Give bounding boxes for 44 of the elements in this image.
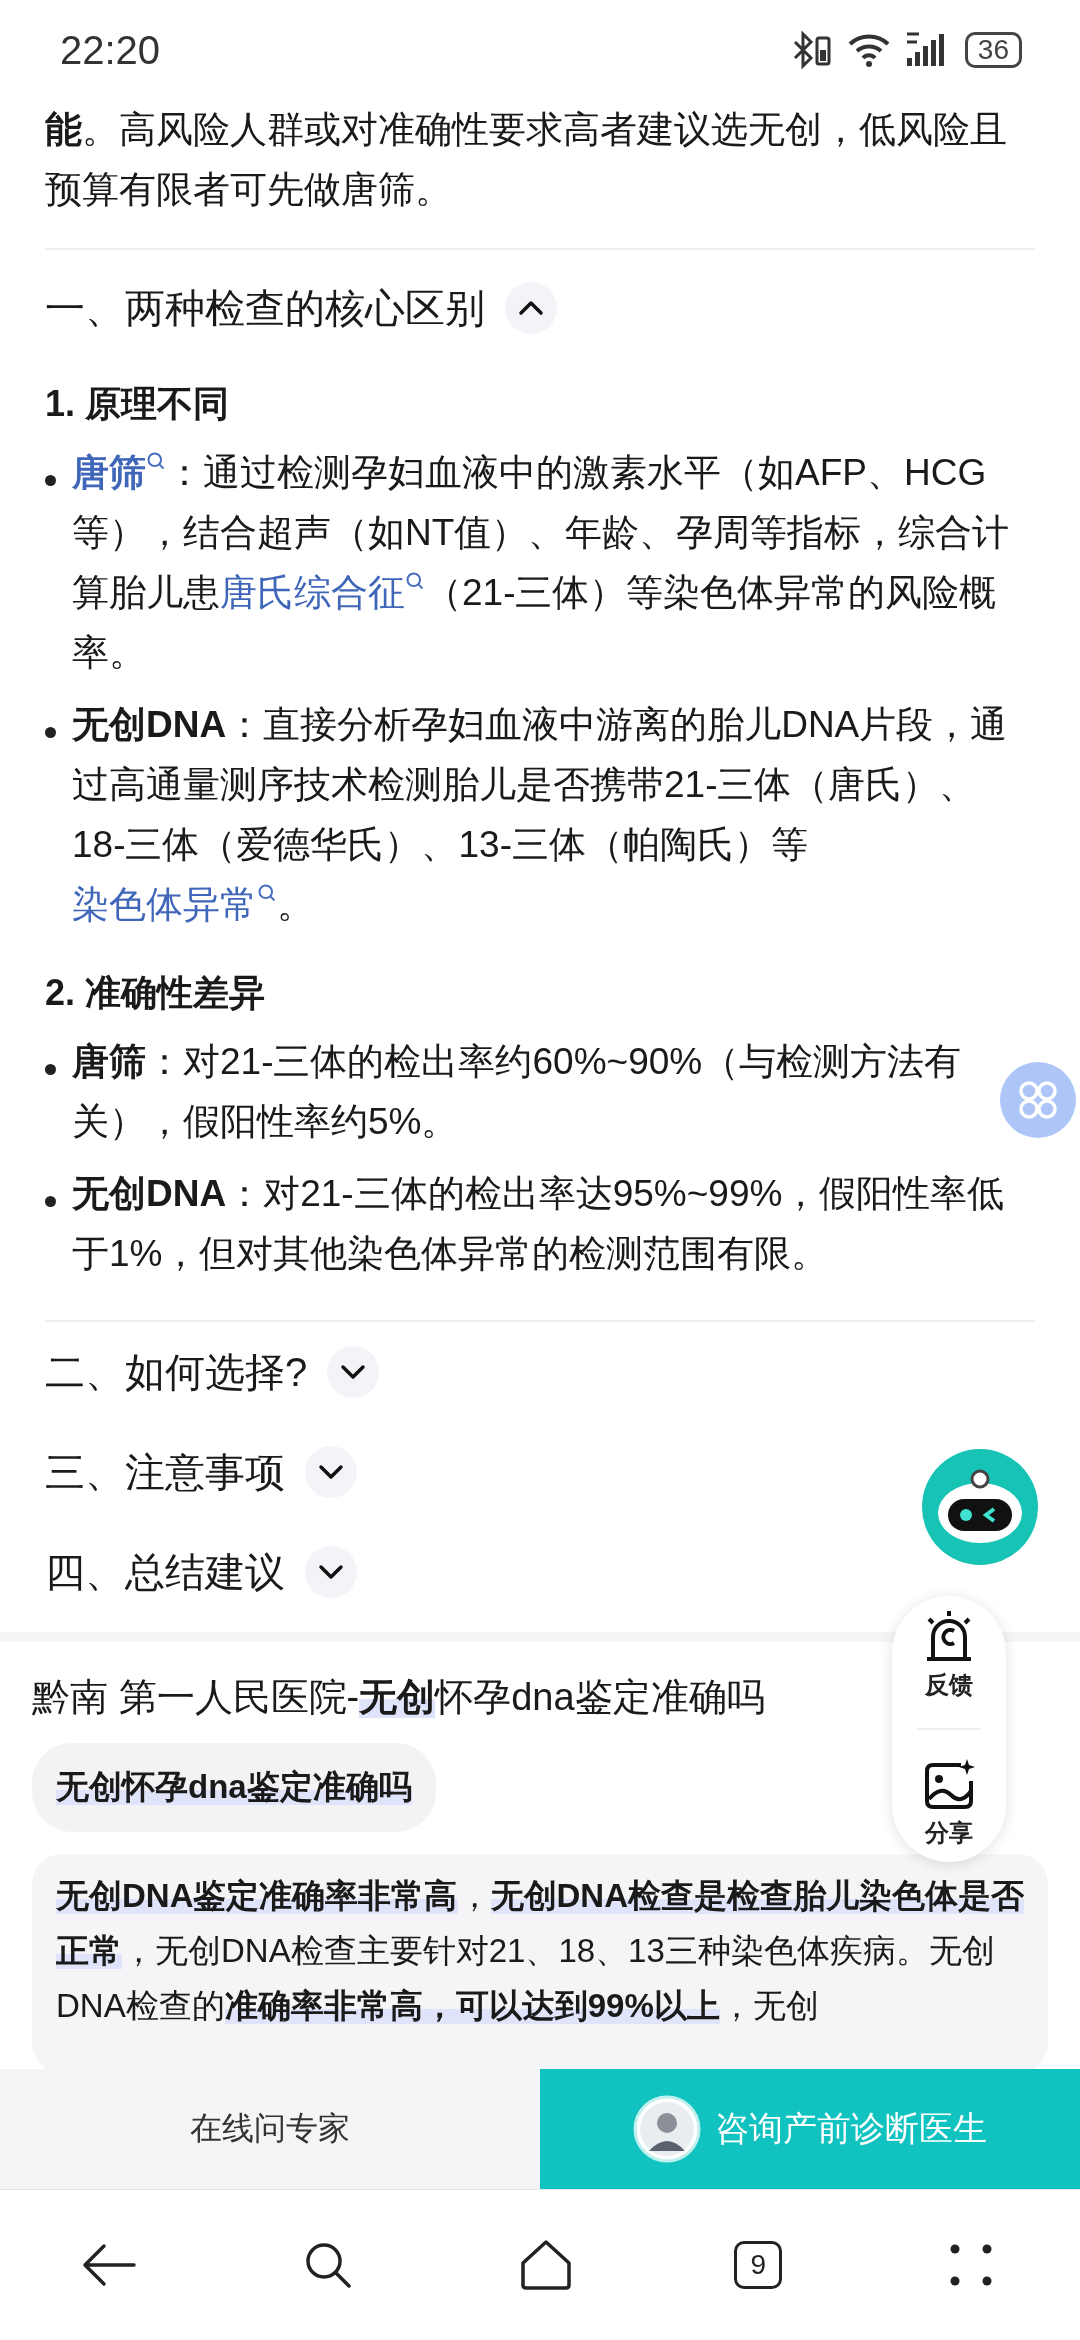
chevron-up-icon (518, 300, 544, 316)
section-heading: 二、如何选择? (45, 1348, 308, 1396)
bullet-text: 唐筛 ：通过检测孕妇血液中的激素水平（如AFP、HCG等），结合超声（如NT值）、年龄、孕周等指标，综合计算胎儿患唐氏综合征 （21-三体）等染色体异常的风险概率。 (72, 450, 1011, 675)
section-heading: 三、注意事项 (45, 1448, 285, 1496)
battery-level: 36 (964, 32, 1022, 68)
expand-toggle[interactable] (305, 1446, 357, 1498)
answer-text: 无创DNA鉴定准确率非常高，无创DNA检查是检查胎儿染色体是否正常，无创DNA检查主要针对21、18、13三种染色体疾病。无创DNA检查的准确率非常高，可以达到99%以上，无创 (56, 1876, 1024, 2026)
paragraph: 能。高风险人群或对准确性要求高者建议选无创，低风险且预算有限者可先做唐筛。 (45, 108, 1008, 212)
question-chip[interactable]: 无创怀孕dna鉴定准确吗 (32, 1743, 436, 1832)
feedback-button[interactable]: 反馈 (921, 1609, 977, 1702)
grid-icon (1016, 1078, 1060, 1122)
chevron-down-icon (318, 1564, 344, 1580)
bullet-text: 唐筛：对21-三体的检出率约60%~90%（与检测方法有关），假阳性率约5%。 (72, 1040, 963, 1144)
chevron-down-icon (318, 1464, 344, 1480)
search-icon (146, 451, 166, 471)
term-link[interactable]: 唐筛 (72, 452, 166, 493)
bullet-text: 无创DNA：直接分析孕妇血液中游离的胎儿DNA片段，通过高通量测序技术检测胎儿是否携带21-三体（唐氏）、18-三体（爱德华氏）、13-三体（帕陶氏）等 染色体异常 。 (72, 703, 1009, 927)
term-link[interactable]: 染色体异常 (72, 884, 277, 925)
clock: 22:20 (60, 27, 161, 73)
bullet-dot (45, 1196, 56, 1207)
bullet-dot (45, 1064, 56, 1075)
avatar-icon (633, 2095, 701, 2163)
expand-toggle[interactable] (505, 282, 557, 334)
search-icon (303, 2241, 352, 2289)
section-heading: 四、总结建议 (45, 1548, 285, 1596)
menu-icon (948, 2243, 993, 2287)
bullet-dot (45, 475, 56, 486)
bullet-text: 无创DNA：对21-三体的检出率达95%~99%，假阳性率低于1%，但对其他染色体异常的检测范围有限。 (72, 1172, 1006, 1276)
term-link[interactable]: 唐氏综合征 (220, 572, 425, 613)
subheading: 2. 准确性差异 (45, 971, 267, 1015)
home-icon (518, 2239, 573, 2291)
chevron-down-icon (340, 1364, 367, 1380)
subheading: 1. 原理不同 (45, 382, 231, 426)
wifi-icon (846, 32, 891, 68)
bullet-dot (45, 727, 56, 738)
result-title[interactable]: 黔南 第一人民医院-无创怀孕dna鉴定准确吗 (32, 1672, 765, 1723)
tabs-button[interactable]: 9 (734, 2241, 783, 2289)
back-arrow-icon (82, 2243, 137, 2287)
ask-expert-button[interactable]: 在线问专家 (0, 2069, 540, 2189)
expand-toggle[interactable] (305, 1546, 357, 1598)
search-icon (405, 571, 425, 591)
search-icon (257, 883, 277, 903)
section-heading: 一、两种检查的核心区别 (45, 284, 485, 332)
share-button[interactable]: 分享 (921, 1756, 977, 1849)
